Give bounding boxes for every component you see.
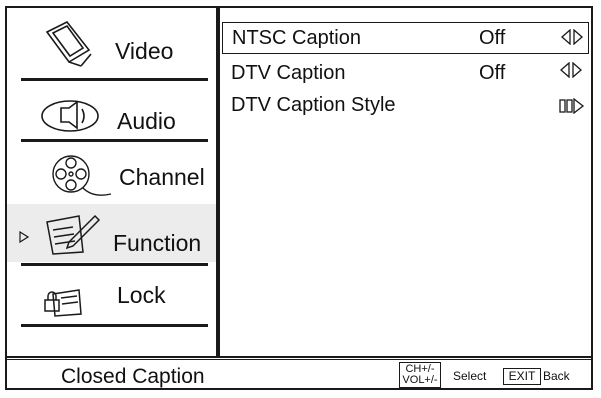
audio-icon: [41, 100, 99, 132]
key-label-line: VOL+/-: [402, 374, 438, 386]
selection-pointer-icon: [19, 231, 29, 243]
function-icon: [46, 214, 101, 255]
sidebar-item-lock[interactable]: Lock: [7, 268, 216, 323]
caption-settings-panel: NTSC Caption Off DTV Caption Off DTV Cap…: [220, 8, 591, 356]
sidebar-item-audio[interactable]: Audio: [7, 84, 216, 138]
ch-vol-key: CH+/- VOL+/-: [399, 362, 441, 388]
option-row-dtv-caption-style[interactable]: DTV Caption Style: [222, 90, 589, 122]
sidebar-item-label: Lock: [117, 282, 166, 308]
menu-separator: [21, 78, 208, 81]
osd-menu-window: Video Audio Channel Function Lock NTSC C…: [5, 6, 593, 390]
option-value: Off: [479, 62, 506, 84]
enter-arrow-icon[interactable]: [559, 98, 585, 114]
option-value: Off: [479, 27, 506, 49]
option-label: DTV Caption: [231, 62, 346, 84]
menu-separator: [21, 263, 208, 266]
option-label: DTV Caption Style: [231, 94, 396, 116]
video-icon: [45, 20, 92, 67]
channel-icon: [52, 155, 112, 196]
lock-icon: [44, 289, 82, 317]
menu-separator: [21, 139, 208, 142]
option-row-dtv-caption[interactable]: DTV Caption Off: [222, 58, 589, 90]
sidebar-item-function[interactable]: Function: [7, 204, 216, 262]
exit-key: EXIT: [503, 368, 541, 385]
footer-title: Closed Caption: [61, 365, 205, 388]
sidebar-item-label: Video: [115, 38, 174, 64]
select-hint: Select: [453, 369, 487, 383]
option-label: NTSC Caption: [232, 27, 361, 49]
menu-separator: [21, 324, 208, 327]
option-row-ntsc-caption[interactable]: NTSC Caption Off: [222, 22, 589, 54]
sidebar-item-channel[interactable]: Channel: [7, 144, 216, 206]
footer-bar: Closed Caption CH+/- VOL+/- Select EXIT …: [7, 360, 591, 388]
sidebar-item-label: Channel: [119, 164, 205, 190]
sidebar-item-video[interactable]: Video: [7, 8, 216, 78]
sidebar-item-label: Audio: [117, 108, 176, 134]
sidebar: Video Audio Channel Function Lock: [7, 8, 216, 356]
sidebar-item-label: Function: [113, 230, 202, 256]
left-right-arrows-icon[interactable]: [561, 29, 583, 45]
left-right-arrows-icon[interactable]: [560, 62, 582, 78]
back-hint: Back: [543, 369, 570, 383]
